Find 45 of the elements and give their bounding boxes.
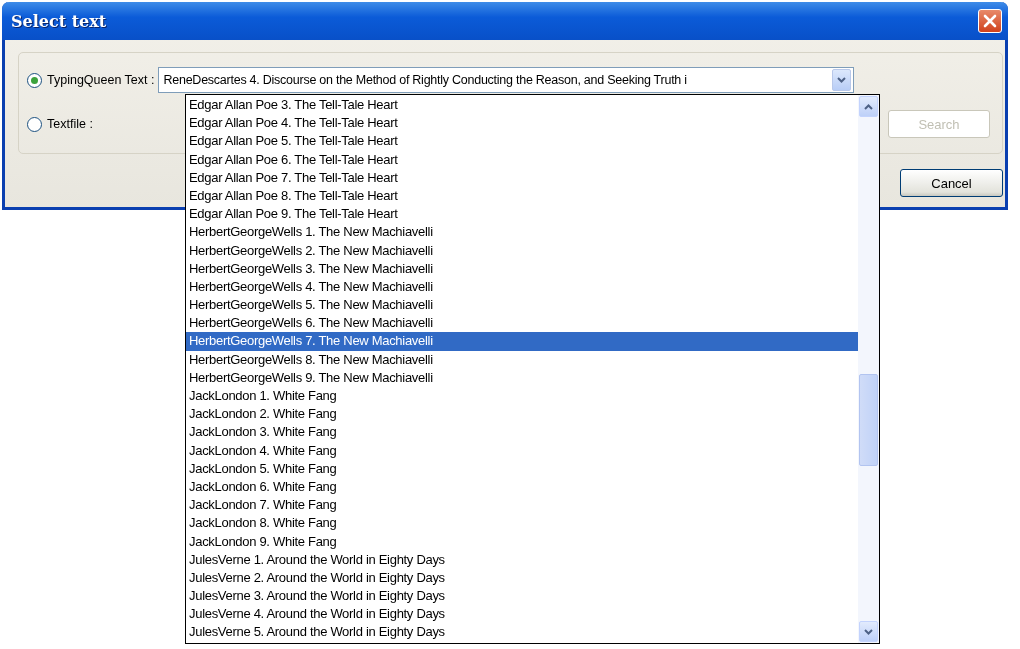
scrollbar[interactable] <box>858 95 879 643</box>
list-item[interactable]: Edgar Allan Poe 3. The Tell-Tale Heart <box>186 96 858 115</box>
list-item[interactable]: HerbertGeorgeWells 5. The New Machiavelli <box>186 296 858 315</box>
list-item[interactable]: HerbertGeorgeWells 6. The New Machiavelli <box>186 314 858 333</box>
list-item[interactable]: JulesVerne 3. Around the World in Eighty Days <box>186 587 858 606</box>
radio-button[interactable] <box>27 72 42 88</box>
list-item[interactable]: Edgar Allan Poe 6. The Tell-Tale Heart <box>186 150 858 169</box>
list-item[interactable]: JulesVerne 2. Around the World in Eighty Days <box>186 568 858 588</box>
list-item[interactable]: Edgar Allan Poe 4. The Tell-Tale Heart <box>186 114 858 133</box>
chevron-down-icon <box>864 628 873 635</box>
close-icon <box>983 14 997 28</box>
scroll-down-button[interactable] <box>859 621 878 642</box>
chevron-up-icon <box>864 103 873 110</box>
list-item[interactable]: JackLondon 4. White Fang <box>186 441 858 460</box>
scroll-thumb[interactable] <box>859 374 878 466</box>
list-item[interactable]: JackLondon 5. White Fang <box>186 459 858 478</box>
list-item[interactable]: HerbertGeorgeWells 8. The New Machiavelli <box>186 350 858 369</box>
list-item[interactable]: Edgar Allan Poe 9. The Tell-Tale Heart <box>186 205 858 224</box>
radio-label[interactable]: TypingQueen Text : <box>47 73 155 87</box>
text-dropdown[interactable]: ReneDescartes 4. Discourse on the Method of Rightly Conducting the Reason, and Seeking Truth i <box>158 67 855 93</box>
list-item[interactable]: JackLondon 6. White Fang <box>186 477 858 497</box>
list-item[interactable]: HerbertGeorgeWells 4. The New Machiavelli <box>186 277 858 297</box>
list-item[interactable]: Edgar Allan Poe 8. The Tell-Tale Heart <box>186 186 858 206</box>
list-item[interactable]: HerbertGeorgeWells 9. The New Machiavelli <box>186 368 858 387</box>
close-button[interactable] <box>978 9 1002 33</box>
window-title: Select text <box>11 11 108 31</box>
list-item[interactable]: JackLondon 3. White Fang <box>186 423 858 442</box>
scroll-up-button[interactable] <box>859 96 878 117</box>
list-item[interactable]: JulesVerne 5. Around the World in Eighty Days <box>186 623 858 642</box>
list-item[interactable]: HerbertGeorgeWells 3. The New Machiavelli <box>186 259 858 278</box>
list-item[interactable]: HerbertGeorgeWells 1. The New Machiavelli <box>186 223 858 242</box>
list-item[interactable]: JackLondon 2. White Fang <box>186 405 858 424</box>
list-item[interactable]: JackLondon 1. White Fang <box>186 387 858 406</box>
list-item[interactable]: Edgar Allan Poe 5. The Tell-Tale Heart <box>186 132 858 151</box>
list-item[interactable]: JulesVerne 1. Around the World in Eighty Days <box>186 550 858 569</box>
radio-label[interactable]: Textfile : <box>47 117 93 131</box>
list-item[interactable]: JackLondon 8. White Fang <box>186 514 858 533</box>
cancel-button[interactable]: Cancel <box>900 169 1003 197</box>
list-item[interactable]: Edgar Allan Poe 7. The Tell-Tale Heart <box>186 168 858 187</box>
list-item[interactable]: JackLondon 7. White Fang <box>186 496 858 515</box>
list-item[interactable]: JulesVerne 4. Around the World in Eighty Days <box>186 605 858 624</box>
list-item[interactable]: HerbertGeorgeWells 2. The New Machiavelli <box>186 241 858 260</box>
list-item[interactable]: HerbertGeorgeWells 7. The New Machiavelli <box>186 332 858 351</box>
list-item[interactable]: JackLondon 9. White Fang <box>186 532 858 551</box>
radio-button[interactable] <box>27 116 42 132</box>
